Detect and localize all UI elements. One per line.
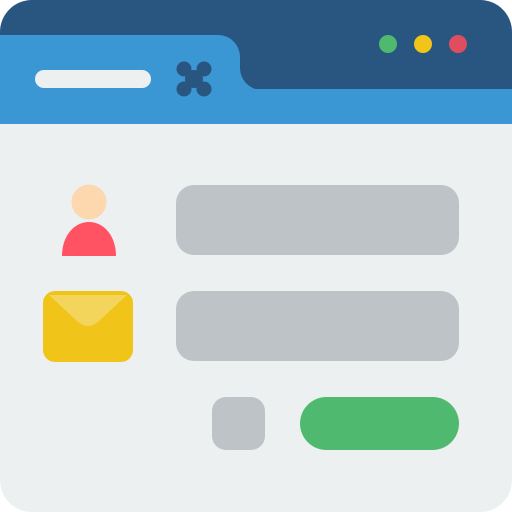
tab-notch bbox=[240, 68, 262, 90]
toolbar-band bbox=[0, 89, 512, 124]
tab-title bbox=[35, 70, 151, 88]
secondary-button[interactable] bbox=[212, 397, 265, 450]
email-input[interactable] bbox=[176, 291, 459, 361]
close-icon-graphic bbox=[176, 61, 212, 97]
window-green-button[interactable] bbox=[379, 35, 397, 53]
name-input[interactable] bbox=[176, 185, 459, 255]
mail-icon bbox=[43, 291, 133, 362]
close-icon[interactable] bbox=[176, 61, 212, 97]
user-icon bbox=[60, 184, 118, 258]
browser-window bbox=[0, 0, 512, 512]
window-red-button[interactable] bbox=[449, 35, 467, 53]
window-yellow-button[interactable] bbox=[414, 35, 432, 53]
submit-button[interactable] bbox=[300, 397, 459, 450]
